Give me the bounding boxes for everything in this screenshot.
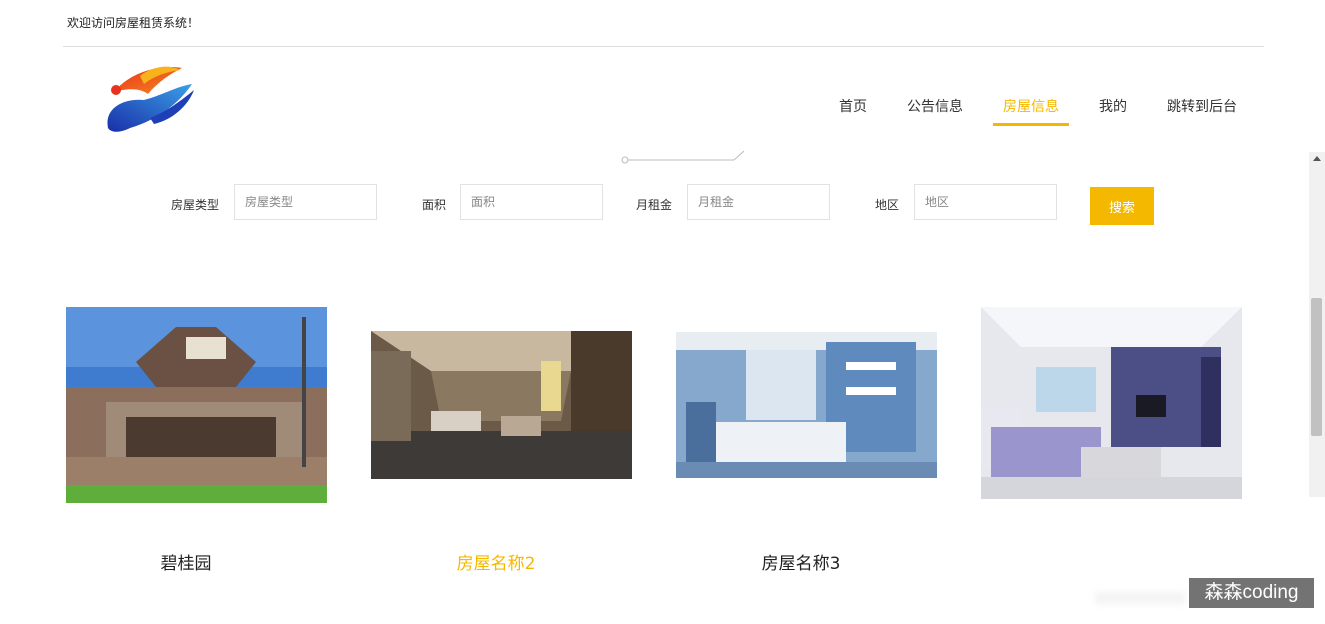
region-label: 地区 [875,198,900,212]
search-button[interactable]: 搜索 [1090,187,1154,225]
page-scrollbar[interactable] [1309,152,1325,497]
nav-admin[interactable]: 跳转到后台 [1167,96,1237,126]
house-type-input[interactable] [234,184,377,220]
house-card[interactable]: 房屋名称3 [676,307,937,587]
house-image-hotel-lobby[interactable] [371,331,632,479]
welcome-text: 欢迎访问房屋租赁系统！ [67,16,200,30]
decorative-divider [621,150,745,164]
search-bar: 房屋类型 面积 月租金 地区 搜索 [0,184,1325,225]
house-card[interactable]: 碧桂园 [66,307,327,587]
watermark: 森森coding [1189,578,1314,608]
house-card[interactable] [981,307,1242,587]
region-input[interactable] [914,184,1057,220]
nav-mine[interactable]: 我的 [1099,96,1127,126]
house-type-label: 房屋类型 [171,198,220,212]
house-title[interactable]: 碧桂园 [66,549,306,574]
rent-label: 月租金 [636,198,673,212]
house-image-blue-bedroom[interactable] [676,332,937,478]
house-image-hotel-exterior[interactable] [66,307,327,503]
area-label: 面积 [422,198,447,212]
site-logo[interactable] [100,62,198,138]
house-title[interactable]: 房屋名称2 [376,549,616,574]
main-nav: 首页 公告信息 房屋信息 我的 跳转到后台 [839,96,1237,126]
house-title[interactable]: 房屋名称3 [681,549,921,574]
nav-houses[interactable]: 房屋信息 [993,96,1069,126]
nav-announcements[interactable]: 公告信息 [907,96,963,126]
nav-home[interactable]: 首页 [839,96,867,126]
house-card[interactable]: 房屋名称2 [371,307,632,587]
house-image-living-room[interactable] [981,307,1242,499]
scroll-thumb[interactable] [1311,298,1322,436]
blurred-overlay [1095,592,1185,604]
top-bar: 欢迎访问房屋租赁系统！ [63,0,1264,47]
area-input[interactable] [460,184,603,220]
rent-input[interactable] [687,184,830,220]
scroll-up-arrow-icon[interactable] [1313,156,1321,161]
